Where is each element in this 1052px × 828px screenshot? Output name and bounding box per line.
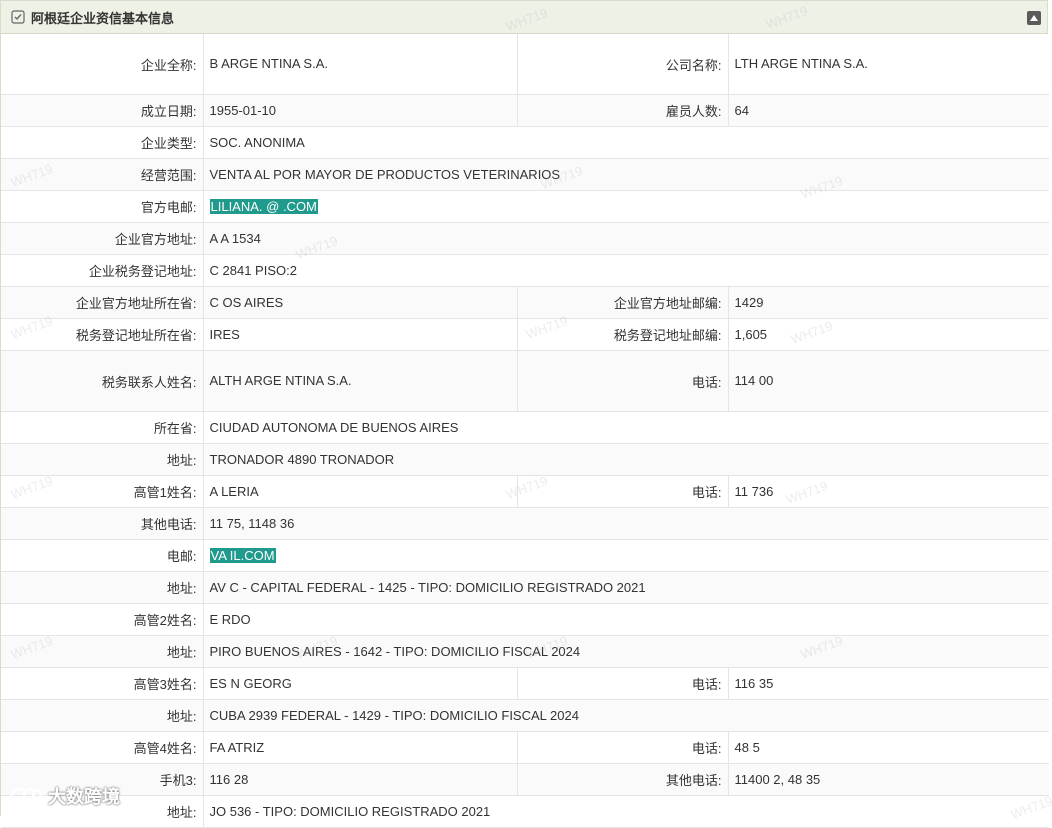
field-value: CIUDAD AUTONOMA DE BUENOS AIRES — [203, 411, 1049, 444]
field-value: 11 736 — [728, 475, 1049, 508]
table-row: 地址: JO 536 - TIPO: DOMICILIO REGISTRADO 2… — [1, 795, 1049, 828]
field-label: 地址: — [1, 635, 204, 668]
field-label: 税务登记地址邮编: — [517, 318, 729, 351]
field-label: 经营范围: — [1, 158, 204, 191]
field-value: 1,605 — [728, 318, 1049, 351]
table-row: 地址: AV C - CAPITAL FEDERAL - 1425 - TIPO:… — [1, 571, 1049, 604]
table-row: 其他电话: 11 75, 1148 36 — [1, 507, 1049, 540]
field-label: 税务登记地址所在省: — [1, 318, 204, 351]
table-row: 官方电邮: LILIANA. @ .COM — [1, 190, 1049, 223]
field-label: 电话: — [517, 667, 729, 700]
field-value: 64 — [728, 94, 1049, 127]
field-label: 其他电话: — [517, 763, 729, 796]
field-value: C 2841 PISO:2 — [203, 254, 1049, 287]
field-value: A A 1534 — [203, 222, 1049, 255]
table-row: 地址: PIRO BUENOS AIRES - 1642 - TIPO: DOMI… — [1, 635, 1049, 668]
field-label: 成立日期: — [1, 94, 204, 127]
brand-logo: 大数跨境 — [8, 783, 120, 809]
field-value: B ARGE NTINA S.A. — [203, 34, 518, 95]
field-value: JO 536 - TIPO: DOMICILIO REGISTRADO 2021 — [203, 795, 1049, 828]
field-label: 地址: — [1, 571, 204, 604]
field-value: SOC. ANONIMA — [203, 126, 1049, 159]
table-row: 手机3: 116 28 其他电话: 11400 2, 48 35 — [1, 763, 1049, 796]
field-label: 电话: — [517, 350, 729, 412]
field-label: 企业官方地址: — [1, 222, 204, 255]
field-value: IRES — [203, 318, 518, 351]
field-label: 企业官方地址所在省: — [1, 286, 204, 319]
field-value: AV C - CAPITAL FEDERAL - 1425 - TIPO: DO… — [203, 571, 1049, 604]
field-value: 11400 2, 48 35 — [728, 763, 1049, 796]
field-value: 48 5 — [728, 731, 1049, 764]
field-value: PIRO BUENOS AIRES - 1642 - TIPO: DOMICIL… — [203, 635, 1049, 668]
table-row: 企业全称: B ARGE NTINA S.A. 公司名称: LTH ARGE NTI… — [1, 34, 1049, 95]
checklist-icon — [11, 10, 25, 24]
table-row: 高管4姓名: FA ATRIZ 电话: 48 5 — [1, 731, 1049, 764]
field-value: A LERIA — [203, 475, 518, 508]
field-value: 11 75, 1148 36 — [203, 507, 1049, 540]
logo-text: 大数跨境 — [48, 787, 120, 807]
field-value: TRONADOR 4890 TRONADOR — [203, 443, 1049, 476]
field-value: 114 00 — [728, 350, 1049, 412]
panel-title: 阿根廷企业资信基本信息 — [31, 10, 175, 26]
field-value: ALTH ARGE NTINA S.A. — [203, 350, 518, 412]
field-label: 高管2姓名: — [1, 603, 204, 636]
field-value: C OS AIRES — [203, 286, 518, 319]
email-link[interactable]: LILIANA. @ .COM — [209, 199, 318, 214]
field-value: 116 35 — [728, 667, 1049, 700]
field-label: 其他电话: — [1, 507, 204, 540]
field-value: 1955-01-10 — [203, 94, 518, 127]
field-label: 公司名称: — [517, 34, 729, 95]
field-value: LTH ARGE NTINA S.A. — [728, 34, 1049, 95]
field-label: 所在省: — [1, 411, 204, 444]
field-value: FA ATRIZ — [203, 731, 518, 764]
field-label: 高管3姓名: — [1, 667, 204, 700]
field-value: E RDO — [203, 603, 1049, 636]
field-label: 税务联系人姓名: — [1, 350, 204, 412]
field-value: 116 28 — [203, 763, 518, 796]
field-value: VA IL.COM — [203, 539, 1049, 572]
field-label: 雇员人数: — [517, 94, 729, 127]
field-label: 官方电邮: — [1, 190, 204, 223]
table-row: 企业类型: SOC. ANONIMA — [1, 126, 1049, 159]
info-panel: 阿根廷企业资信基本信息 企业全称: B ARGE NTINA S.A. 公司名称: … — [0, 0, 1049, 828]
table-row: 高管2姓名: E RDO — [1, 603, 1049, 636]
caret-up-icon[interactable] — [1027, 11, 1041, 25]
table-row: 电邮: VA IL.COM — [1, 539, 1049, 572]
table-row: 企业官方地址所在省: C OS AIRES 企业官方地址邮编: 1429 — [1, 286, 1049, 319]
field-value: ES N GEORG — [203, 667, 518, 700]
field-label: 企业全称: — [1, 34, 204, 95]
table-row: 地址: TRONADOR 4890 TRONADOR — [1, 443, 1049, 476]
field-label: 地址: — [1, 443, 204, 476]
table-row: 税务联系人姓名: ALTH ARGE NTINA S.A. 电话: 114 00 — [1, 350, 1049, 412]
table-row: 成立日期: 1955-01-10 雇员人数: 64 — [1, 94, 1049, 127]
info-table: 企业全称: B ARGE NTINA S.A. 公司名称: LTH ARGE NTI… — [1, 34, 1049, 828]
table-row: 经营范围: VENTA AL POR MAYOR DE PRODUCTOS VET… — [1, 158, 1049, 191]
field-label: 电话: — [517, 731, 729, 764]
field-label: 电邮: — [1, 539, 204, 572]
table-row: 高管1姓名: A LERIA 电话: 11 736 — [1, 475, 1049, 508]
email-link[interactable]: VA IL.COM — [209, 548, 276, 563]
field-label: 企业类型: — [1, 126, 204, 159]
table-row: 高管3姓名: ES N GEORG 电话: 116 35 — [1, 667, 1049, 700]
field-label: 企业税务登记地址: — [1, 254, 204, 287]
field-label: 高管1姓名: — [1, 475, 204, 508]
table-row: 企业税务登记地址: C 2841 PISO:2 — [1, 254, 1049, 287]
table-row: 税务登记地址所在省: IRES 税务登记地址邮编: 1,605 — [1, 318, 1049, 351]
panel-header: 阿根廷企业资信基本信息 — [1, 1, 1047, 34]
field-value: VENTA AL POR MAYOR DE PRODUCTOS VETERINA… — [203, 158, 1049, 191]
field-label: 企业官方地址邮编: — [517, 286, 729, 319]
table-row: 所在省: CIUDAD AUTONOMA DE BUENOS AIRES — [1, 411, 1049, 444]
field-label: 高管4姓名: — [1, 731, 204, 764]
field-value: LILIANA. @ .COM — [203, 190, 1049, 223]
field-label: 电话: — [517, 475, 729, 508]
field-label: 地址: — [1, 699, 204, 732]
table-row: 企业官方地址: A A 1534 — [1, 222, 1049, 255]
field-value: CUBA 2939 FEDERAL - 1429 - TIPO: DOMICIL… — [203, 699, 1049, 732]
field-value: 1429 — [728, 286, 1049, 319]
table-row: 地址: CUBA 2939 FEDERAL - 1429 - TIPO: DOMI… — [1, 699, 1049, 732]
